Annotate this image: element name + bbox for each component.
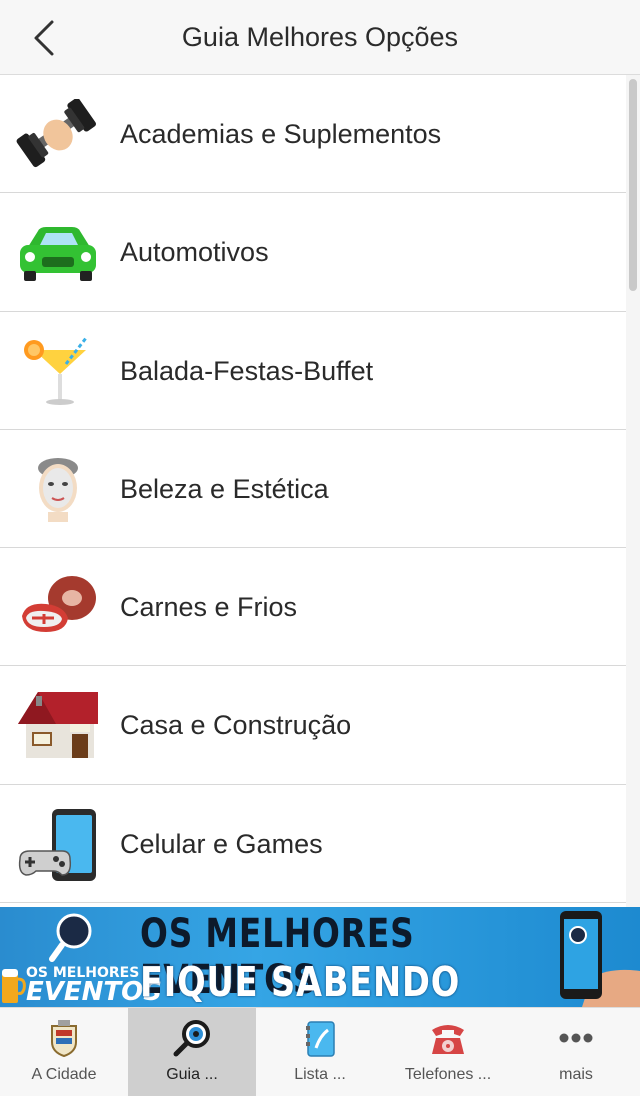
more-dots-icon [556, 1018, 596, 1058]
list-item-label: Carnes e Frios [120, 592, 298, 623]
phone-gamepad-icon [16, 808, 100, 881]
events-banner[interactable]: OS MELHORES EVENTOS OS MELHORES EVENTOS … [0, 907, 640, 1007]
tab-label: Guia ... [166, 1066, 218, 1083]
list-item-label: Beleza e Estética [120, 473, 329, 504]
tab-label: Lista ... [294, 1066, 346, 1083]
list-item-carnes[interactable]: Carnes e Frios [0, 548, 626, 667]
tab-bar: A Cidade Guia ... Lista ... Telefones ..… [0, 1007, 640, 1096]
banner-magnifier-icon [49, 913, 92, 962]
tab-label: mais [559, 1066, 593, 1083]
tab-a-cidade[interactable]: A Cidade [0, 1008, 128, 1096]
list-item-label: Celular e Games [120, 828, 323, 859]
cocktail-icon [16, 336, 100, 408]
meat-icon [16, 572, 100, 644]
dumbbell-icon [16, 97, 100, 171]
face-mask-icon [16, 454, 100, 526]
category-list[interactable]: Academias e Suplementos Automotivos Bala… [0, 75, 626, 907]
header-bar: Guia Melhores Opções [0, 0, 640, 75]
car-icon [16, 217, 100, 289]
tab-label: Telefones ... [404, 1066, 492, 1083]
list-item-balada[interactable]: Balada-Festas-Buffet [0, 312, 626, 430]
back-button[interactable] [26, 14, 66, 62]
telephone-icon [428, 1018, 468, 1058]
list-item-label: Academias e Suplementos [120, 119, 442, 149]
tab-mais[interactable]: mais [512, 1008, 640, 1096]
scrollbar-thumb[interactable] [629, 79, 637, 291]
page-title: Guia Melhores Opções [181, 22, 459, 52]
beer-mug-icon [2, 969, 26, 1003]
list-item-label: Balada-Festas-Buffet [120, 355, 374, 386]
tab-guia[interactable]: Guia ... [128, 1008, 256, 1096]
hand-phone-icon [560, 911, 640, 1007]
list-item-beleza[interactable]: Beleza e Estética [0, 430, 626, 549]
scrollbar[interactable] [626, 75, 640, 907]
city-crest-icon [44, 1018, 84, 1058]
tab-telefones[interactable]: Telefones ... [384, 1008, 512, 1096]
magnifier-icon [172, 1018, 212, 1058]
list-item-academias[interactable]: Academias e Suplementos [0, 75, 626, 194]
house-icon [16, 690, 100, 762]
list-item-label: Automotivos [120, 237, 269, 268]
list-item-label: Casa e Construção [120, 710, 352, 741]
banner-subline: FIQUE SABENDO AQUI [140, 958, 461, 1007]
list-item-automotivos[interactable]: Automotivos [0, 193, 626, 312]
tab-label: A Cidade [31, 1066, 97, 1083]
chevron-left-icon [34, 20, 54, 56]
contacts-book-icon [300, 1018, 340, 1058]
list-item-celular[interactable]: Celular e Games [0, 785, 626, 904]
list-item-casa[interactable]: Casa e Construção [0, 666, 626, 785]
tab-lista[interactable]: Lista ... [256, 1008, 384, 1096]
